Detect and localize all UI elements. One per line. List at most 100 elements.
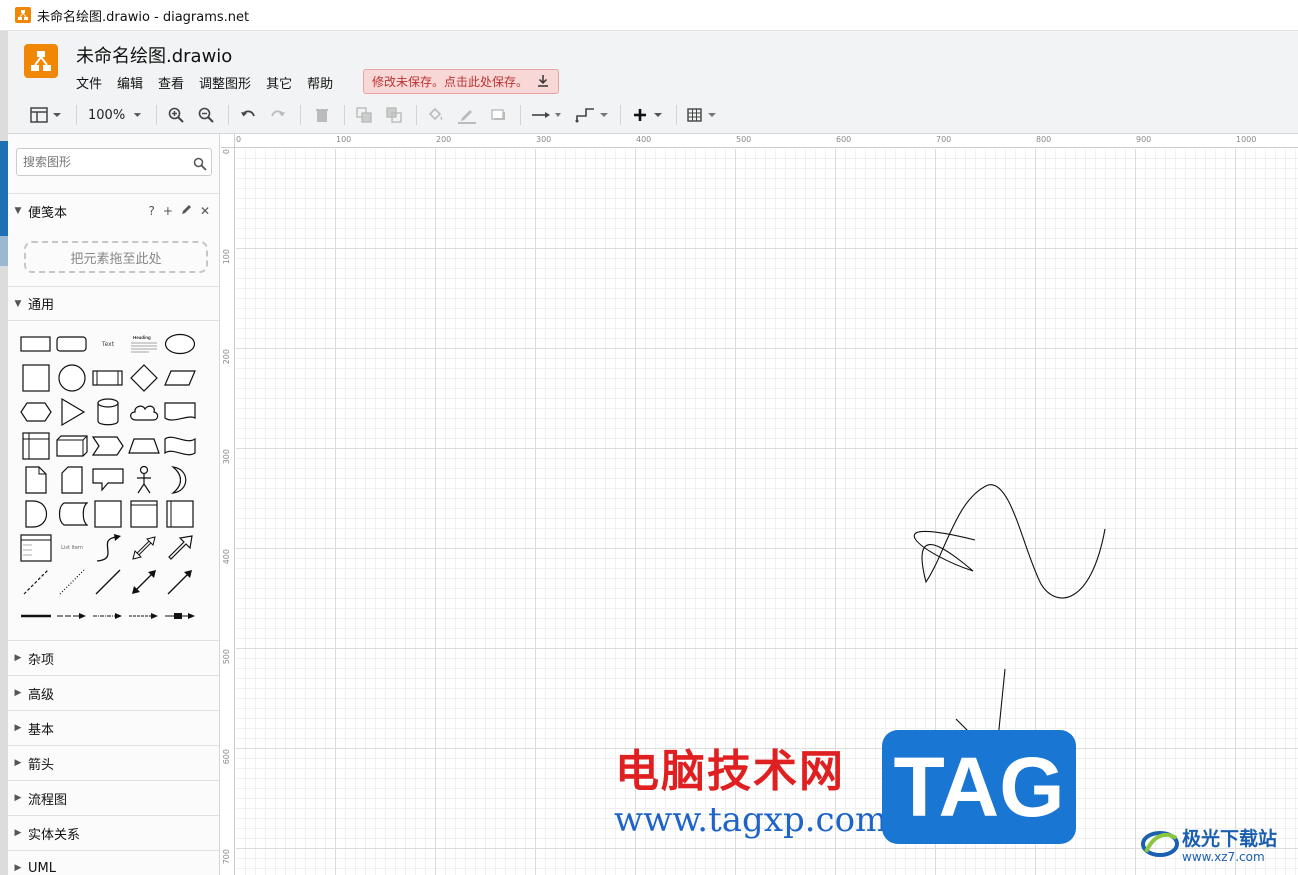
- waypoints-icon[interactable]: [574, 105, 610, 125]
- note-shape[interactable]: [19, 465, 53, 495]
- menu-extras[interactable]: 其它: [266, 72, 307, 93]
- section-title: 基本: [28, 722, 55, 738]
- shadow-icon[interactable]: [488, 105, 508, 125]
- redo-icon[interactable]: [268, 105, 288, 125]
- zoom-in-icon[interactable]: [166, 105, 186, 125]
- basic-section-header[interactable]: ▶ 基本: [8, 710, 219, 745]
- heading-shape-label: Heading: [133, 335, 151, 340]
- rectangle-shape[interactable]: [19, 329, 53, 359]
- circle-shape[interactable]: [55, 363, 89, 393]
- menu-view[interactable]: 查看: [158, 72, 199, 93]
- menu-edit[interactable]: 编辑: [117, 72, 158, 93]
- thick-link-shape[interactable]: [19, 601, 53, 631]
- expand-arrow-icon: ▶: [14, 723, 22, 733]
- insert-icon[interactable]: [632, 105, 666, 125]
- curve-shape[interactable]: [91, 533, 125, 563]
- ellipse-shape[interactable]: [163, 329, 197, 359]
- menu-help[interactable]: 帮助: [307, 72, 348, 93]
- list-item-shape[interactable]: List Item: [55, 533, 89, 563]
- swimlane-shape[interactable]: [127, 499, 161, 529]
- rounded-rectangle-shape[interactable]: [55, 329, 89, 359]
- or-shape[interactable]: [163, 465, 197, 495]
- zoom-select[interactable]: 100%: [88, 105, 144, 125]
- trapezoid-shape[interactable]: [127, 431, 161, 461]
- search-input[interactable]: 搜索图形: [16, 148, 212, 176]
- arrow-shape[interactable]: [163, 533, 197, 563]
- close-icon[interactable]: ✕: [200, 204, 210, 218]
- menu-file[interactable]: 文件: [76, 72, 117, 93]
- data-storage-shape[interactable]: [55, 499, 89, 529]
- actor-shape[interactable]: [127, 465, 161, 495]
- misc-section-header[interactable]: ▶ 杂项: [8, 640, 219, 675]
- tape-shape[interactable]: [163, 431, 197, 461]
- cube-shape[interactable]: [55, 431, 89, 461]
- process-shape[interactable]: [91, 363, 125, 393]
- delay-shape[interactable]: [19, 499, 53, 529]
- textbox-shape[interactable]: Heading: [127, 329, 161, 359]
- callout-shape[interactable]: [91, 465, 125, 495]
- expand-arrow-icon: ▶: [14, 758, 22, 768]
- cylinder-shape[interactable]: [91, 397, 125, 427]
- directional-connector-shape[interactable]: [163, 567, 197, 597]
- collapse-arrow-icon: ▼: [14, 206, 22, 216]
- undo-icon[interactable]: [238, 105, 258, 125]
- help-icon[interactable]: ?: [149, 204, 155, 218]
- line-color-icon[interactable]: [456, 105, 478, 125]
- to-back-icon[interactable]: [384, 105, 404, 125]
- dashed-line-shape[interactable]: [19, 567, 53, 597]
- link-label-shape[interactable]: [91, 601, 125, 631]
- table-icon[interactable]: [686, 105, 722, 125]
- download-icon: [536, 74, 550, 91]
- window-titlebar: 未命名绘图.drawio - diagrams.net: [0, 0, 1298, 31]
- general-section-header[interactable]: ▼ 通用: [8, 286, 219, 321]
- drawio-logo[interactable]: [24, 44, 58, 78]
- triangle-shape[interactable]: [55, 397, 89, 427]
- scratchpad-header[interactable]: ▼ 便笺本 ? + ✕: [8, 193, 219, 228]
- layout-icon[interactable]: [28, 105, 64, 125]
- advanced-section-header[interactable]: ▶ 高级: [8, 675, 219, 710]
- document-title[interactable]: 未命名绘图.drawio: [76, 42, 232, 68]
- line-shape[interactable]: [91, 567, 125, 597]
- bidirectional-arrow-shape[interactable]: [127, 533, 161, 563]
- link-dashed-shape[interactable]: [127, 601, 161, 631]
- hexagon-shape[interactable]: [19, 397, 53, 427]
- bidirectional-connector-shape[interactable]: [127, 567, 161, 597]
- parallelogram-shape[interactable]: [163, 363, 197, 393]
- section-title: 实体关系: [28, 827, 81, 843]
- card-shape[interactable]: [55, 465, 89, 495]
- fill-color-icon[interactable]: [426, 105, 446, 125]
- square-shape[interactable]: [19, 363, 53, 393]
- delete-icon[interactable]: [312, 105, 332, 125]
- unsaved-changes-banner[interactable]: 修改未保存。点击此处保存。: [363, 69, 560, 94]
- zoom-out-icon[interactable]: [196, 105, 216, 125]
- section-title: 流程图: [28, 792, 68, 808]
- entity-relation-section-header[interactable]: ▶ 实体关系: [8, 815, 219, 850]
- search-icon[interactable]: [193, 154, 207, 180]
- container-shape[interactable]: [91, 499, 125, 529]
- document-shape[interactable]: [163, 397, 197, 427]
- uml-section-header[interactable]: ▶ UML: [8, 850, 219, 875]
- watermark-site-logo: 极光下载站 www.xz7.com: [1140, 822, 1290, 870]
- step-shape[interactable]: [91, 431, 125, 461]
- scratchpad-dropzone[interactable]: 把元素拖至此处: [24, 241, 208, 273]
- link-box-shape[interactable]: [163, 601, 197, 631]
- vertical-container-shape[interactable]: [163, 499, 197, 529]
- list-shape[interactable]: [19, 533, 53, 563]
- cloud-shape[interactable]: [127, 397, 161, 427]
- edit-icon[interactable]: [181, 204, 192, 218]
- add-icon[interactable]: +: [163, 204, 173, 218]
- connection-icon[interactable]: [530, 105, 564, 125]
- flowchart-section-header[interactable]: ▶ 流程图: [8, 780, 219, 815]
- section-title: 高级: [28, 687, 55, 703]
- watermark-tag-logo: TAG: [882, 730, 1076, 844]
- diamond-shape[interactable]: [127, 363, 161, 393]
- arrows-section-header[interactable]: ▶ 箭头: [8, 745, 219, 780]
- drawio-app: 未命名绘图.drawio - diagrams.net 未命名绘图.drawio…: [0, 0, 1298, 875]
- internal-storage-shape[interactable]: [19, 431, 53, 461]
- text-shape[interactable]: Text: [91, 329, 125, 359]
- menu-arrange[interactable]: 调整图形: [199, 72, 266, 93]
- to-front-icon[interactable]: [354, 105, 374, 125]
- freehand-stroke-1: [913, 484, 1106, 599]
- dotted-line-shape[interactable]: [55, 567, 89, 597]
- link-arrow-shape[interactable]: [55, 601, 89, 631]
